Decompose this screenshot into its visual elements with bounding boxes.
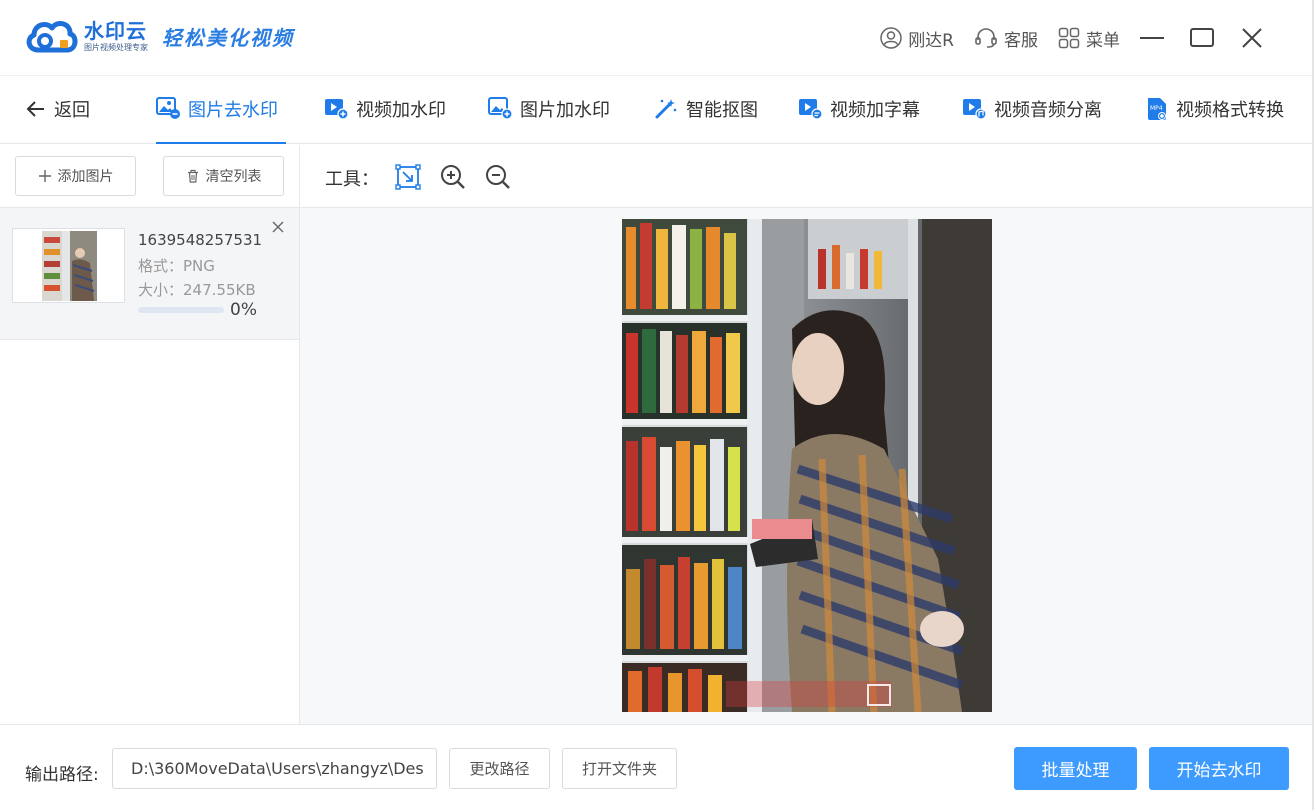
app-window: 水印云 图片视频处理专家 轻松美化视频 刚达R 客服 菜单 返回 图片去水印 视… [0,0,1314,810]
image-add-icon [488,97,512,119]
svg-text:MP4: MP4 [1150,105,1163,112]
service-label: 客服 [1004,30,1038,51]
customer-service-button[interactable]: 客服 [974,26,1038,51]
output-bar: 输出路径: D:\360MoveData\Users\zhangyz\Des 更… [0,724,1312,810]
file-progress-text: 0% [230,300,257,320]
tab-smart-cutout[interactable]: 智能抠图 [654,96,758,144]
tab-video-add-watermark[interactable]: 视频加水印 [324,96,446,144]
fridge-shelves [622,219,750,712]
select-area-icon [395,164,421,190]
open-folder-button[interactable]: 打开文件夹 [562,748,677,789]
batch-process-label: 批量处理 [1041,761,1110,781]
arrow-left-icon [26,101,44,117]
close-icon [1242,28,1262,48]
magic-wand-icon [655,99,677,119]
zoom-in-tool[interactable] [438,162,468,192]
user-account[interactable]: 刚达R [880,26,954,51]
open-folder-label: 打开文件夹 [581,760,657,778]
tab-image-add-watermark[interactable]: 图片加水印 [488,96,610,144]
remove-file-button[interactable] [269,218,287,236]
tab-label: 视频加字幕 [830,100,920,121]
file-list-item[interactable]: 1639548257531 格式：PNG 大小：247.55KB 0% [0,208,299,340]
change-path-button[interactable]: 更改路径 [449,748,550,789]
tab-label: 视频格式转换 [1176,100,1284,121]
tab-label: 智能抠图 [686,100,758,121]
maximize-icon [1190,28,1214,47]
file-thumbnail [42,231,97,301]
back-label: 返回 [54,100,90,121]
file-list-toolbar: 添加图片 清空列表 [0,145,299,208]
logo: 水印云 图片视频处理专家 轻松美化视频 [24,14,294,58]
menu-label: 菜单 [1086,30,1120,51]
maximize-button[interactable] [1184,22,1220,54]
add-image-label: 添加图片 [57,169,114,185]
title-bar: 水印云 图片视频处理专家 轻松美化视频 刚达R 客服 菜单 [0,0,1312,76]
minimize-icon [1140,37,1164,39]
cloud-logo-icon [26,21,78,53]
slogan: 轻松美化视频 [162,25,294,50]
video-subtitle-icon [799,99,822,119]
grid-menu-icon [1058,27,1080,49]
zoom-out-tool[interactable] [483,162,513,192]
headset-icon [975,28,997,48]
batch-process-button[interactable]: 批量处理 [1014,747,1137,790]
mp4-icon: MP4 [1148,98,1166,120]
start-remove-label: 开始去水印 [1176,761,1262,781]
trash-icon [187,169,198,183]
brand-name: 水印云 [84,18,147,43]
function-nav: 返回 图片去水印 视频加水印 图片加水印 智能抠图 视频加字幕 视频音频分离 M… [0,76,1312,144]
output-path-field[interactable]: D:\360MoveData\Users\zhangyz\Des [112,748,437,789]
output-path-label: 输出路径: [25,765,99,785]
zoom-in-icon [441,165,465,189]
video-add-icon [325,99,348,119]
preview-canvas[interactable] [300,208,1312,724]
image-remove-icon [156,97,180,119]
minimize-button[interactable] [1134,22,1170,54]
tab-video-format-convert[interactable]: MP4 视频格式转换 [1146,96,1284,144]
user-name: 刚达R [908,30,954,51]
clear-list-label: 清空列表 [205,169,262,185]
user-icon [880,27,902,49]
clear-list-button[interactable]: 清空列表 [163,156,284,196]
change-path-label: 更改路径 [469,760,530,778]
menu-button[interactable]: 菜单 [1058,26,1120,51]
file-thumbnail-frame [12,228,125,303]
start-remove-watermark-button[interactable]: 开始去水印 [1149,747,1289,790]
video-audio-icon [963,99,986,119]
file-list-panel: 添加图片 清空列表 1639548257531 格式：PNG 大小：247.55… [0,145,300,724]
tools-bar: 工具： [300,145,1312,208]
tab-video-subtitle[interactable]: 视频加字幕 [798,96,920,144]
file-progress-bar [138,307,224,313]
tools-label: 工具： [325,169,379,190]
tab-label: 图片去水印 [188,100,278,121]
file-format: 格式：PNG [138,257,215,275]
tab-label: 视频加水印 [356,100,446,121]
close-icon [272,221,284,233]
tab-label: 视频音频分离 [994,100,1102,121]
tab-image-watermark-remove[interactable]: 图片去水印 [156,96,286,144]
preview-image[interactable] [622,219,992,712]
add-image-button[interactable]: 添加图片 [15,156,136,196]
file-size: 大小：247.55KB [138,281,256,299]
tab-label: 图片加水印 [520,100,610,121]
close-button[interactable] [1234,22,1270,54]
output-path-value: D:\360MoveData\Users\zhangyz\Des [131,759,424,778]
brand-subtitle: 图片视频处理专家 [84,42,148,52]
zoom-out-icon [486,165,510,189]
back-button[interactable]: 返回 [26,96,90,122]
plus-icon [38,170,51,182]
file-name: 1639548257531 [138,231,263,249]
select-area-tool[interactable] [393,162,423,192]
tab-video-audio-separate[interactable]: 视频音频分离 [962,96,1102,144]
